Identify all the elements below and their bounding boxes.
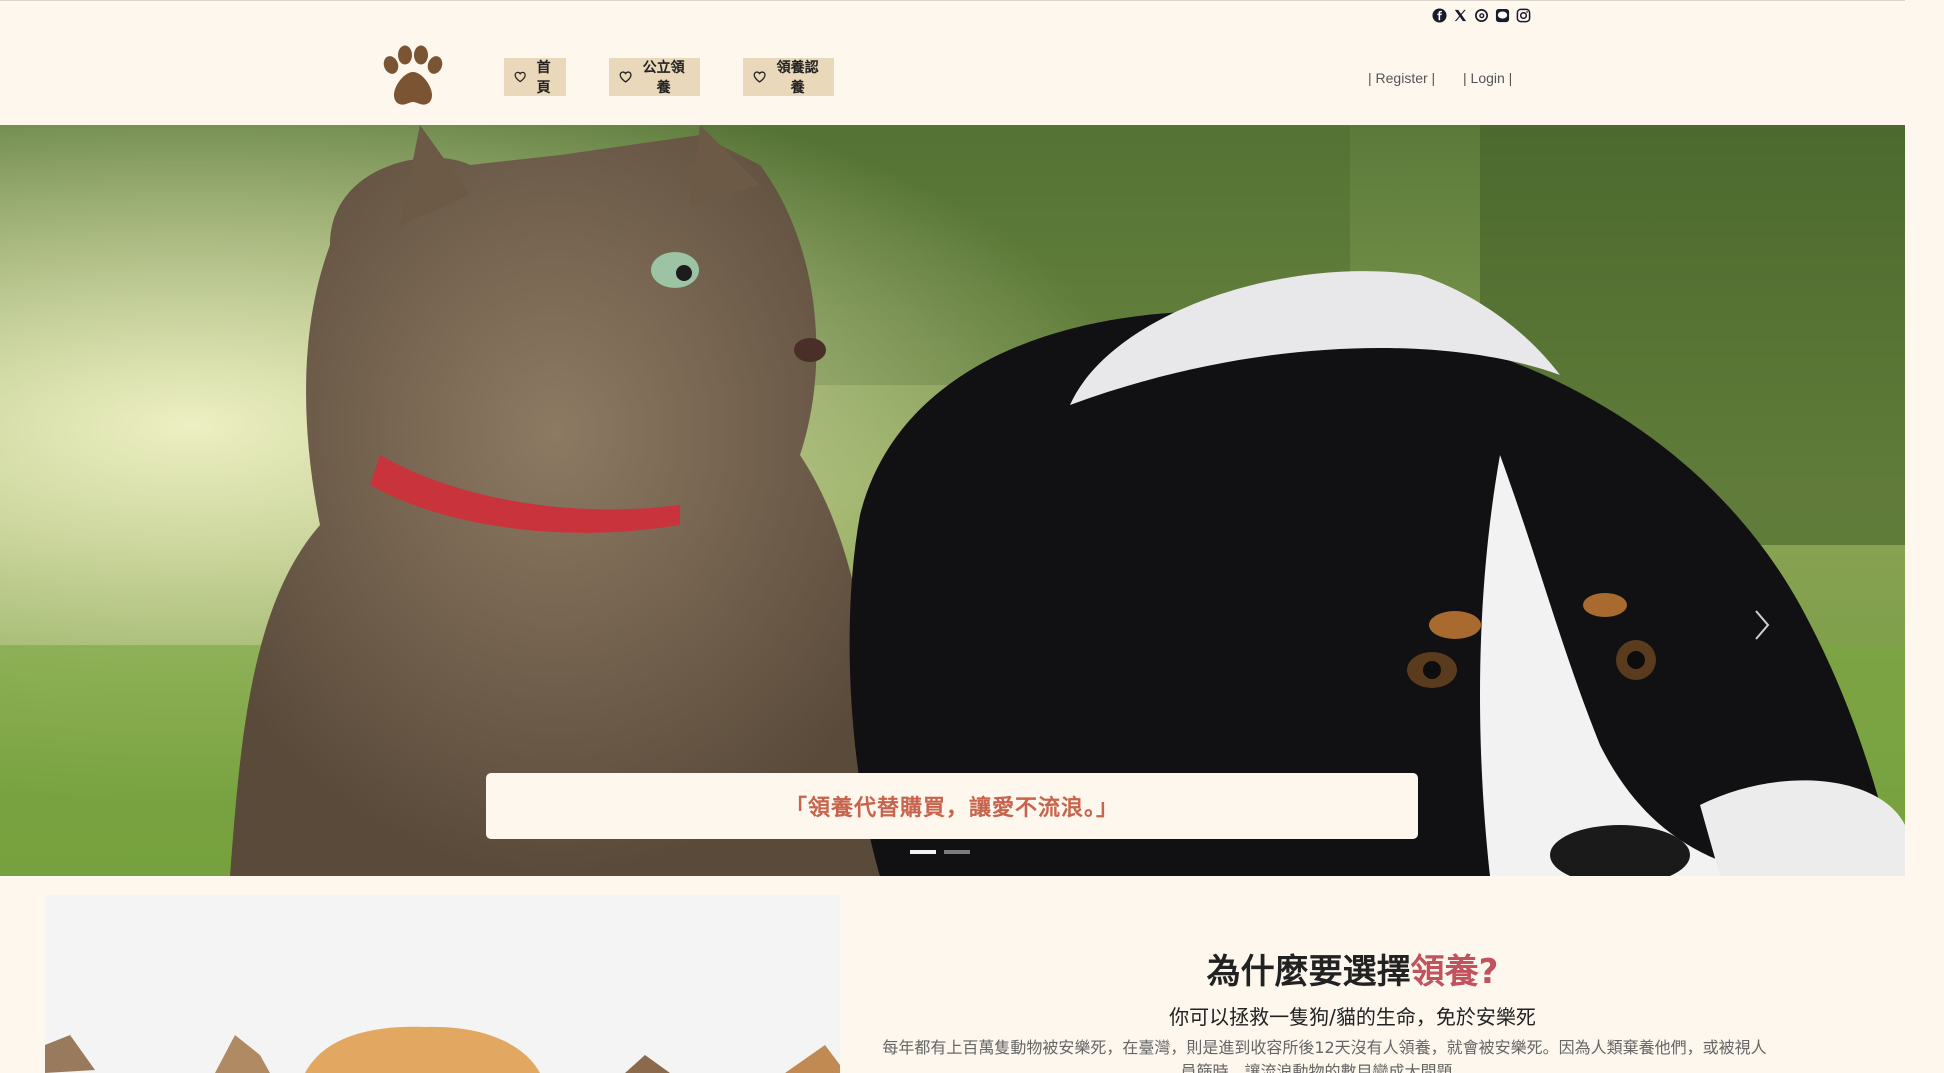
x-icon[interactable] bbox=[1453, 8, 1468, 23]
nav-home-label: 首頁 bbox=[536, 60, 551, 96]
social-links bbox=[1432, 8, 1531, 23]
heart-icon bbox=[753, 71, 766, 83]
paw-icon[interactable] bbox=[378, 45, 448, 109]
chevron-right-icon[interactable] bbox=[1750, 605, 1774, 645]
page: 首頁 公立領養 領養認養 | Register | | Login | 「領養代… bbox=[0, 0, 1905, 1073]
threads-icon[interactable] bbox=[1474, 8, 1489, 23]
login-link[interactable]: | Login | bbox=[1463, 70, 1512, 86]
nav-home-button[interactable]: 首頁 bbox=[504, 58, 566, 96]
pets-illustration bbox=[45, 1026, 840, 1073]
slide-indicator-2[interactable] bbox=[944, 850, 970, 854]
nav-adopt-button[interactable]: 領養認養 bbox=[743, 58, 834, 96]
nav-adopt-label: 領養認養 bbox=[776, 60, 819, 96]
nav-public-adoption-button[interactable]: 公立領養 bbox=[609, 58, 700, 96]
why-title-accent: 領養? bbox=[1410, 952, 1499, 992]
instagram-icon[interactable] bbox=[1516, 8, 1531, 23]
why-subtitle: 你可以拯救一隻狗/貓的生命，免於安樂死 bbox=[1169, 1005, 1536, 1029]
top-divider bbox=[0, 0, 1905, 1]
heart-icon bbox=[514, 71, 526, 83]
register-link[interactable]: | Register | bbox=[1368, 70, 1435, 86]
nav-public-adoption-label: 公立領養 bbox=[642, 60, 685, 96]
hero-caption: 「領養代替購買，讓愛不流浪。」 bbox=[486, 773, 1418, 839]
pets-image bbox=[45, 895, 840, 1073]
hero-image-cat-and-puppy bbox=[0, 125, 1905, 876]
heart-icon bbox=[619, 71, 632, 83]
why-title: 為什麼要選擇領養? bbox=[840, 944, 1865, 993]
slide-indicator-1[interactable] bbox=[910, 850, 936, 854]
slider-indicators bbox=[910, 850, 970, 854]
hero-slider bbox=[0, 125, 1905, 876]
why-body: 每年都有上百萬隻動物被安樂死，在臺灣，則是進到收容所後12天沒有人領養，就會被安… bbox=[882, 1038, 1767, 1073]
facebook-icon[interactable] bbox=[1432, 8, 1447, 23]
why-title-main: 為什麼要選擇 bbox=[1206, 952, 1411, 992]
line-icon[interactable] bbox=[1495, 8, 1510, 23]
